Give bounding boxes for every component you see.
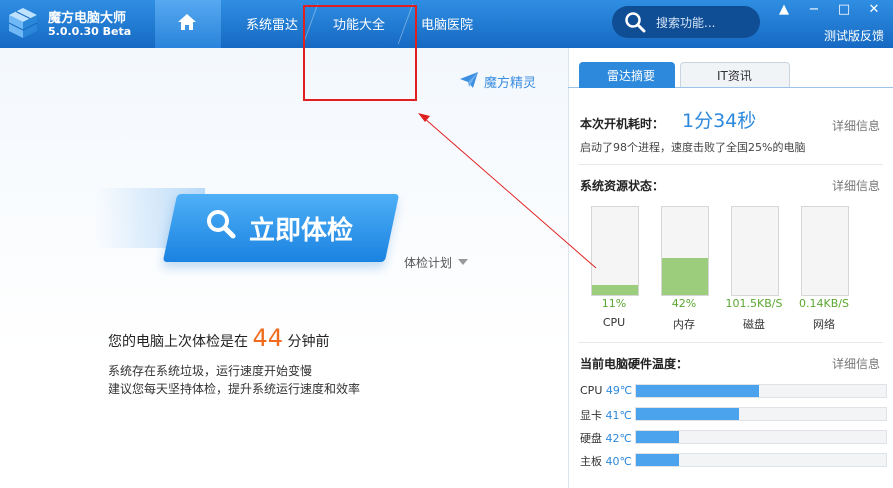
cpu-temp-row: CPU 49℃ [580,384,632,397]
paper-plane-icon[interactable] [460,72,478,88]
boot-time-label: 本次开机耗时： [580,117,665,131]
app-version: 5.0.0.30 Beta [48,25,132,38]
tab-it-news[interactable]: IT资讯 [680,62,790,87]
tab-label: IT资讯 [717,69,752,83]
maximize-button[interactable]: □ [834,2,854,17]
gauge-fill [662,258,708,295]
last-check-suffix: 分钟前 [287,334,330,350]
cpu-temp-bar [635,384,887,398]
disk-label: 磁盘 [743,318,765,331]
temp-fill [636,454,679,466]
disk-speed-value: 101.5KB/S [725,297,783,310]
cpu-label: CPU [602,316,626,329]
magnifier-icon[interactable] [205,208,237,240]
search-icon[interactable] [624,11,646,33]
section-divider [578,342,883,343]
app-name: 魔方电脑大师 [48,11,127,26]
temp-name: 显卡 [580,409,602,422]
boot-detail-link[interactable]: 详细信息 [832,117,880,134]
network-speed-value: 0.14KB/S [799,297,849,310]
gauge-fill [592,285,638,295]
disk-temp-bar [635,430,887,444]
memory-label: 内存 [673,318,695,331]
home-icon[interactable] [177,12,197,32]
minimize-button[interactable]: − [804,2,824,17]
advice-tip: 建议您每天坚持体检，提升系统运行速度和效率 [108,382,361,396]
memory-usage-value: 42% [671,297,697,310]
highlight-box [303,5,417,101]
resource-detail-link[interactable]: 详细信息 [832,177,880,194]
nav-tab-pc-hospital[interactable]: 电脑医院 [421,14,473,33]
temp-name: 硬盘 [580,432,602,445]
feedback-link[interactable]: 测试版反馈 [824,27,884,44]
magic-sprite-link[interactable]: 魔方精灵 [484,72,536,91]
last-check-prefix: 您的电脑上次体检是在 [108,334,248,350]
temp-value: 40℃ [605,455,632,468]
temp-fill [636,431,679,443]
gpu-temp-row: 显卡 41℃ [580,407,632,423]
close-button[interactable]: ✕ [864,2,884,17]
nav-tab-system-radar[interactable]: 系统雷达 [246,14,298,33]
gpu-temp-bar [635,407,887,421]
temp-detail-link[interactable]: 详细信息 [832,355,880,372]
temp-fill [636,385,759,397]
status-tip: 系统存在系统垃圾，运行速度开始变慢 [108,364,313,378]
temp-value: 41℃ [605,409,632,422]
cpu-usage-value: 11% [601,297,627,310]
chevron-down-icon[interactable] [458,259,468,265]
board-temp-bar [635,453,887,467]
boot-time-value: 1分34秒 [682,110,757,132]
skin-button[interactable]: ▲ [774,2,794,17]
board-temp-row: 主板 40℃ [580,453,632,469]
temp-value: 49℃ [605,384,633,397]
temp-fill [636,408,739,420]
disk-temp-row: 硬盘 42℃ [580,430,632,446]
boot-description: 启动了98个进程，速度击败了全国25%的电脑 [580,141,806,154]
memory-gauge [661,206,709,296]
check-plan-dropdown[interactable]: 体检计划 [404,254,452,271]
last-check-minutes: 44 [252,324,283,352]
network-gauge [801,206,849,296]
section-divider [578,164,883,165]
main-panel [0,48,568,488]
tab-label: 雷达摘要 [607,69,656,83]
hardware-temp-label: 当前电脑硬件温度： [580,357,689,371]
search-placeholder: 搜索功能... [656,16,716,30]
check-now-label[interactable]: 立即体检 [249,210,353,247]
last-check-status: 您的电脑上次体检是在 44 分钟前 [108,324,329,352]
tab-radar-summary[interactable]: 雷达摘要 [579,62,675,88]
network-label: 网络 [813,318,835,331]
temp-name: 主板 [580,455,602,468]
resource-status-label: 系统资源状态： [580,179,665,193]
cube-logo-icon [8,8,38,38]
disk-gauge [731,206,779,296]
cpu-gauge [591,206,639,296]
temp-name: CPU [580,384,603,397]
temp-value: 42℃ [605,432,632,445]
